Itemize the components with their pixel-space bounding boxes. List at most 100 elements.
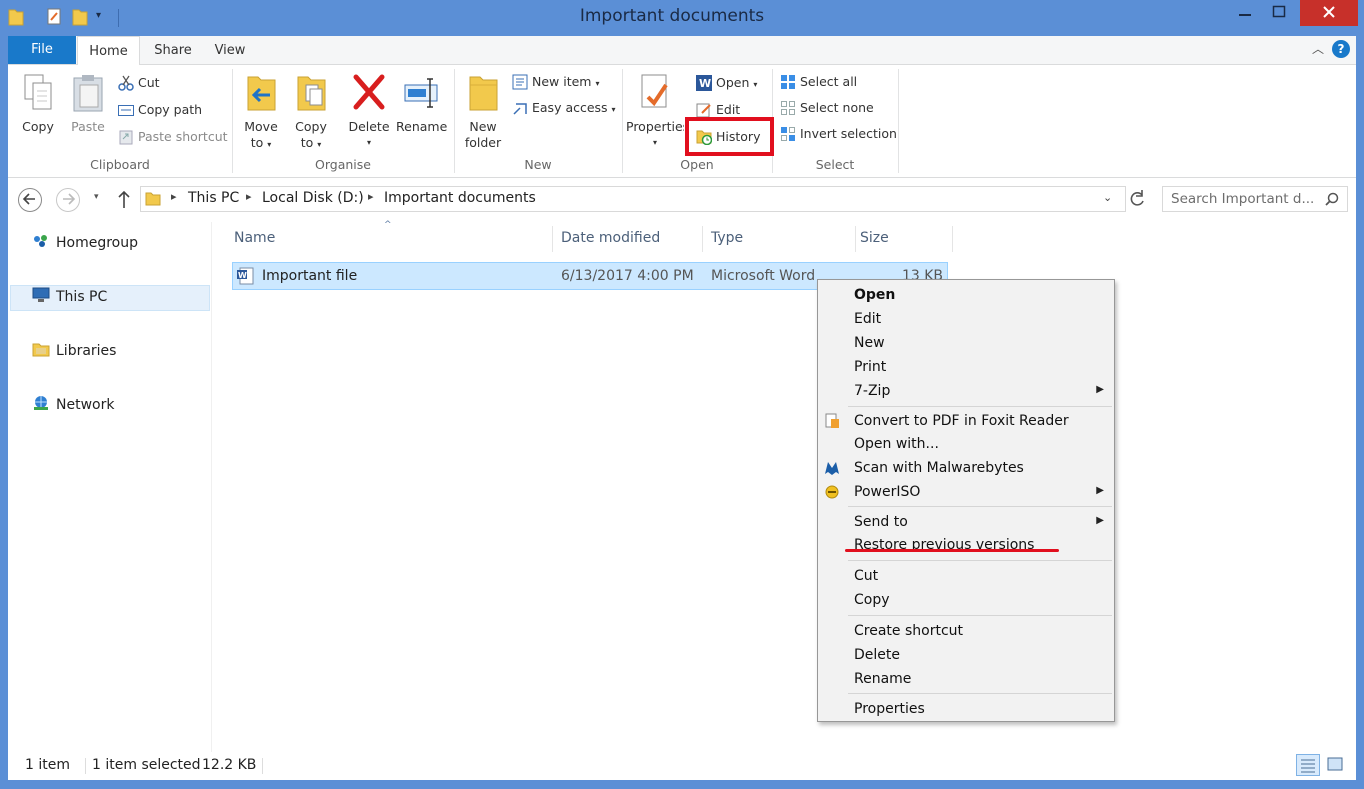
copy-icon [21,73,55,113]
tab-share[interactable]: Share [148,36,198,65]
tab-file[interactable]: File [8,36,76,64]
easy-access-label: Easy access [532,100,608,115]
move-to-button[interactable]: Move to ▾ [238,73,284,153]
breadcrumb-this-pc[interactable]: This PC [188,190,239,206]
dropdown-arrow-icon: ▾ [753,80,758,89]
paste-shortcut-button[interactable]: Paste shortcut [118,126,228,148]
new-folder-button[interactable]: New folder [460,73,506,151]
menu-item-delete[interactable]: Delete [854,644,900,666]
easy-access-button[interactable]: Easy access ▾ [512,97,616,119]
nav-item-this-pc[interactable]: This PC [32,287,108,305]
nav-item-label: Libraries [56,343,117,359]
menu-item-7zip[interactable]: 7-Zip [854,380,890,402]
refresh-icon[interactable] [1128,189,1146,213]
nav-item-label: This PC [56,289,108,305]
nav-item-network[interactable]: Network [32,396,114,413]
column-divider[interactable] [855,226,856,252]
minimize-button[interactable] [1230,0,1260,26]
details-view-button[interactable] [1296,754,1320,776]
delete-label: Delete [348,119,390,134]
breadcrumb-separator-icon[interactable]: ▸ [171,190,177,203]
menu-item-create-shortcut[interactable]: Create shortcut [854,620,963,642]
menu-item-new[interactable]: New [854,332,885,354]
paste-shortcut-label: Paste shortcut [138,129,228,144]
menu-item-print[interactable]: Print [854,356,886,378]
breadcrumb-local-disk[interactable]: Local Disk (D:) [262,190,364,206]
rename-button[interactable]: Rename [396,73,448,135]
move-to-label-line1: Move [244,119,278,134]
column-divider[interactable] [702,226,703,252]
search-input[interactable]: Search Important d... [1162,186,1348,212]
address-dropdown-icon[interactable]: ⌄ [1103,191,1112,204]
paste-button[interactable]: Paste [66,73,110,135]
select-none-button[interactable]: Select none [780,97,874,119]
ribbon-home: Copy Paste Cut Copy path Paste shortcut … [8,65,1356,178]
status-bar: 1 item 1 item selected 12.2 KB [8,752,1356,780]
breadcrumb-separator-icon[interactable]: ▸ [246,190,252,203]
close-button[interactable] [1300,0,1358,26]
large-icons-view-button[interactable] [1324,754,1348,776]
nav-item-libraries[interactable]: Libraries [32,343,116,359]
column-divider[interactable] [552,226,553,252]
menu-item-restore-previous-versions[interactable]: Restore previous versions [854,534,1034,556]
new-item-button[interactable]: New item ▾ [512,71,599,93]
open-button[interactable]: W Open ▾ [696,72,757,94]
foxit-pdf-icon [824,413,840,429]
back-button[interactable] [18,188,42,212]
address-bar[interactable]: ▸ This PC ▸ Local Disk (D:) ▸ Important … [140,186,1126,212]
menu-item-scan-malwarebytes[interactable]: Scan with Malwarebytes [854,457,1024,479]
title-bar[interactable]: ▾ Important documents [0,0,1364,36]
column-header-type[interactable]: Type [711,230,743,246]
delete-button[interactable]: Delete ▾ [346,73,392,151]
paste-label: Paste [71,119,105,134]
recent-locations-icon[interactable]: ▾ [94,192,99,202]
ribbon-tabs: File Home Share View ︿? [8,36,1356,66]
copy-to-button[interactable]: Copy to ▾ [288,73,334,153]
select-all-icon [780,74,796,90]
restore-versions-underline-annotation [845,549,1059,552]
up-arrow-icon[interactable] [116,188,132,214]
rename-label: Rename [396,119,448,134]
menu-item-cut[interactable]: Cut [854,565,878,587]
select-all-button[interactable]: Select all [780,71,857,93]
dropdown-arrow-icon: ▾ [652,138,657,147]
menu-item-edit[interactable]: Edit [854,308,881,330]
organise-group-label: Organise [315,157,371,172]
malwarebytes-icon [824,460,840,476]
breadcrumb-important-documents[interactable]: Important documents [384,190,536,206]
tab-view[interactable]: View [208,36,252,65]
cut-button[interactable]: Cut [118,72,160,94]
menu-item-rename[interactable]: Rename [854,668,911,690]
nav-item-homegroup[interactable]: Homegroup [32,235,138,251]
menu-separator [848,506,1112,507]
menu-item-send-to[interactable]: Send to [854,511,908,533]
copy-button[interactable]: Copy [16,73,60,135]
invert-selection-button[interactable]: Invert selection [780,123,897,145]
cut-label: Cut [138,75,160,90]
copy-path-icon [118,102,134,118]
column-header-size[interactable]: Size [860,230,889,246]
edit-label: Edit [716,102,741,117]
menu-item-convert-to-pdf[interactable]: Convert to PDF in Foxit Reader [854,410,1069,432]
menu-item-poweriso[interactable]: PowerISO [854,481,920,503]
column-divider[interactable] [952,226,953,252]
explorer-window: ▾ Important documents File Home Share Vi… [0,0,1364,789]
properties-button[interactable]: Properties ▾ [626,73,684,151]
help-icon[interactable]: ? [1332,40,1350,58]
column-header-date-modified[interactable]: Date modified [561,230,660,246]
folder-icon [145,191,161,211]
copy-path-button[interactable]: Copy path [118,99,202,121]
main-content: Homegroup This PC Libraries Network ^ Na… [8,220,1356,752]
menu-item-open[interactable]: Open [854,284,895,306]
copy-to-label-line2: to [300,135,314,150]
collapse-ribbon-icon[interactable]: ︿ [1312,42,1324,56]
column-header-name[interactable]: Name [234,230,275,246]
forward-button[interactable] [56,188,80,212]
tab-home[interactable]: Home [77,36,140,66]
menu-item-copy[interactable]: Copy [854,589,890,611]
menu-item-open-with[interactable]: Open with... [854,433,939,455]
maximize-button[interactable] [1264,0,1294,26]
breadcrumb-separator-icon[interactable]: ▸ [368,190,374,203]
menu-item-properties[interactable]: Properties [854,698,925,720]
poweriso-icon [824,484,840,500]
